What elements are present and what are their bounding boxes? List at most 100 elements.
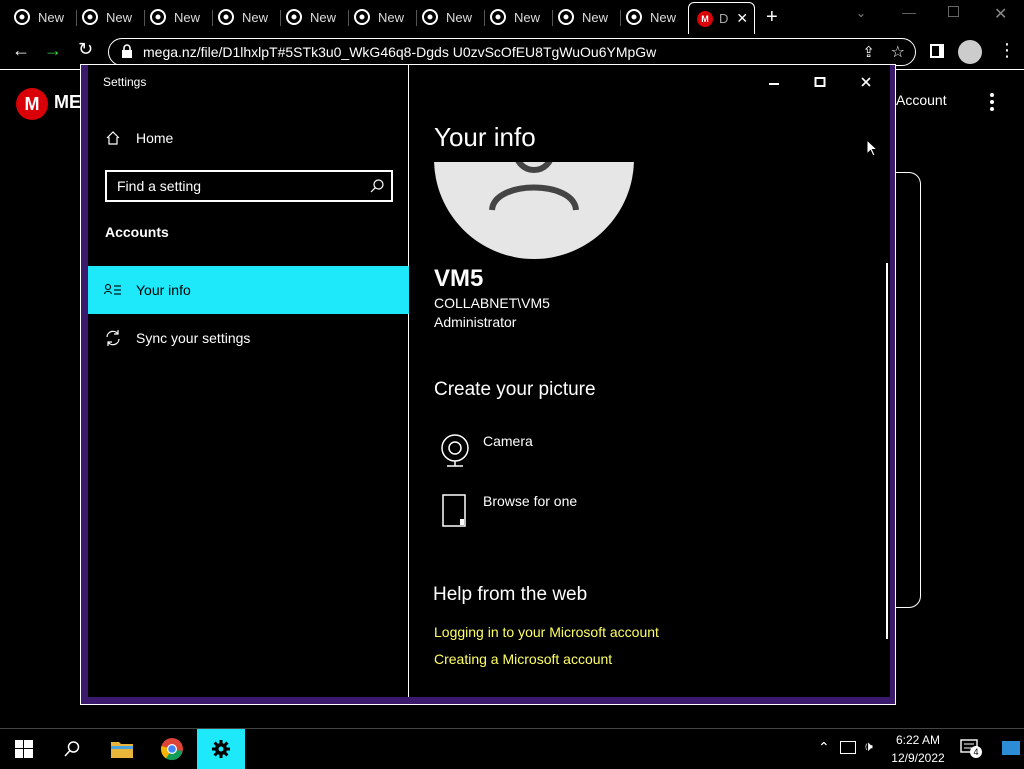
bookmark-star-icon[interactable]: ☆ <box>891 42 905 62</box>
clock-time[interactable]: 6:22 AM <box>890 733 946 747</box>
search-icon[interactable] <box>369 178 385 194</box>
home-label: Home <box>136 130 174 146</box>
create-picture-heading: Create your picture <box>434 379 596 400</box>
help-link-create-account[interactable]: Creating a Microsoft account <box>434 651 612 667</box>
browser-tab[interactable]: New <box>0 0 68 34</box>
file-explorer-icon[interactable] <box>98 729 146 769</box>
active-browser-tab[interactable]: M D ✕ <box>688 2 755 34</box>
page-menu-icon[interactable] <box>984 92 1000 112</box>
taskbar-search-button[interactable] <box>48 729 96 769</box>
tab-label: D <box>719 11 729 26</box>
help-heading: Help from the web <box>433 584 588 605</box>
notification-badge: 4 <box>970 746 982 758</box>
content-scrollbar[interactable] <box>886 263 888 639</box>
camera-icon <box>438 433 472 469</box>
tray-overflow-icon[interactable]: ⌃ <box>818 739 830 756</box>
window-title: Settings <box>103 75 147 89</box>
network-icon[interactable] <box>840 741 856 754</box>
browser-tab[interactable]: New <box>340 0 408 34</box>
camera-option-label: Camera <box>483 433 533 449</box>
chrome-icon <box>82 9 98 25</box>
browser-tab[interactable]: New <box>204 0 272 34</box>
address-bar[interactable]: mega.nz/file/D1lhxlpT#5STk3u0_WkG46q8-Dg… <box>108 38 916 66</box>
section-heading: Accounts <box>105 224 169 240</box>
camera-option[interactable]: Camera <box>434 433 734 473</box>
browser-tab[interactable]: New <box>272 0 340 34</box>
browser-tab[interactable]: New <box>612 0 680 34</box>
browse-option-label: Browse for one <box>483 493 578 509</box>
mega-logo[interactable]: M <box>16 88 48 120</box>
mega-favicon-icon: M <box>697 10 713 27</box>
tab-label: New <box>446 9 473 25</box>
browser-tab[interactable]: New <box>136 0 204 34</box>
browse-file-icon <box>438 493 472 529</box>
home-nav-item[interactable]: Home <box>88 114 409 162</box>
tab-label: New <box>582 9 609 25</box>
settings-window: Settings Home Find a setting Accounts Yo… <box>80 64 896 705</box>
tab-label: New <box>310 9 337 25</box>
minimize-browser-button[interactable]: — <box>902 4 916 20</box>
new-tab-button[interactable]: + <box>766 6 778 29</box>
browser-tab[interactable]: New <box>544 0 612 34</box>
browser-tab[interactable]: New <box>476 0 544 34</box>
maximize-button[interactable] <box>810 73 830 91</box>
settings-content-pane: Your info VM5 COLLABNET\VM5 Administrato… <box>410 65 890 697</box>
browser-tab[interactable]: New <box>408 0 476 34</box>
restore-browser-button[interactable] <box>948 6 959 17</box>
browser-tab-strip: New New New New New New New New New New … <box>0 0 1024 34</box>
account-link[interactable]: Account <box>896 92 947 108</box>
forward-icon[interactable]: → <box>44 40 62 61</box>
close-tab-icon[interactable]: ✕ <box>736 10 748 27</box>
volume-icon[interactable]: 🕩 <box>864 738 873 755</box>
show-desktop-button[interactable] <box>1002 741 1020 755</box>
browser-menu-icon[interactable]: ⋮ <box>998 40 1016 61</box>
side-panel-icon[interactable] <box>930 44 944 58</box>
mouse-cursor-icon <box>866 138 879 162</box>
chrome-icon <box>150 9 166 25</box>
chrome-icon <box>354 9 370 25</box>
chrome-icon <box>14 9 30 25</box>
settings-taskbar-icon[interactable] <box>197 729 245 769</box>
url-text: mega.nz/file/D1lhxlpT#5STk3u0_WkG46q8-Dg… <box>143 44 657 60</box>
search-placeholder: Find a setting <box>117 178 202 194</box>
chrome-icon <box>490 9 506 25</box>
tab-search-icon[interactable]: ⌄ <box>856 6 866 20</box>
chrome-taskbar-icon[interactable] <box>148 729 196 769</box>
user-account-name: COLLABNET\VM5 <box>434 295 550 311</box>
tab-label: New <box>38 9 65 25</box>
tab-label: New <box>174 9 201 25</box>
close-browser-button[interactable]: ✕ <box>994 4 1007 24</box>
tab-label: New <box>378 9 405 25</box>
chrome-icon <box>218 9 234 25</box>
close-window-button[interactable] <box>856 73 876 91</box>
help-link-logging-in[interactable]: Logging in to your Microsoft account <box>434 624 659 640</box>
nav-item-label: Sync your settings <box>136 330 251 346</box>
reload-icon[interactable]: ↻ <box>78 39 93 60</box>
chrome-icon <box>286 9 302 25</box>
back-icon[interactable]: ← <box>12 40 30 61</box>
chrome-icon <box>626 9 642 25</box>
nav-item-label: Your info <box>136 282 191 298</box>
action-center-icon[interactable]: 4 <box>960 739 982 758</box>
user-avatar <box>434 162 634 259</box>
settings-search-input[interactable]: Find a setting <box>105 170 393 202</box>
minimize-button[interactable] <box>764 73 784 91</box>
user-display-name: VM5 <box>434 265 484 292</box>
profile-avatar-icon[interactable] <box>958 40 982 64</box>
contact-info-icon <box>104 281 122 299</box>
tab-label: New <box>106 9 133 25</box>
mega-brand-text: ME <box>54 92 81 112</box>
nav-item-sync-settings[interactable]: Sync your settings <box>88 314 409 362</box>
home-icon <box>104 129 122 147</box>
clock-date[interactable]: 12/9/2022 <box>890 751 946 765</box>
lock-icon <box>121 44 133 62</box>
share-icon[interactable]: ⇪ <box>862 43 875 61</box>
start-button[interactable] <box>0 729 48 769</box>
tab-label: New <box>514 9 541 25</box>
tab-label: New <box>650 9 677 25</box>
sync-icon <box>104 329 122 347</box>
nav-item-your-info[interactable]: Your info <box>88 266 409 314</box>
browser-tab[interactable]: New <box>68 0 136 34</box>
browse-option[interactable]: Browse for one <box>434 493 734 533</box>
tab-label: New <box>242 9 269 25</box>
